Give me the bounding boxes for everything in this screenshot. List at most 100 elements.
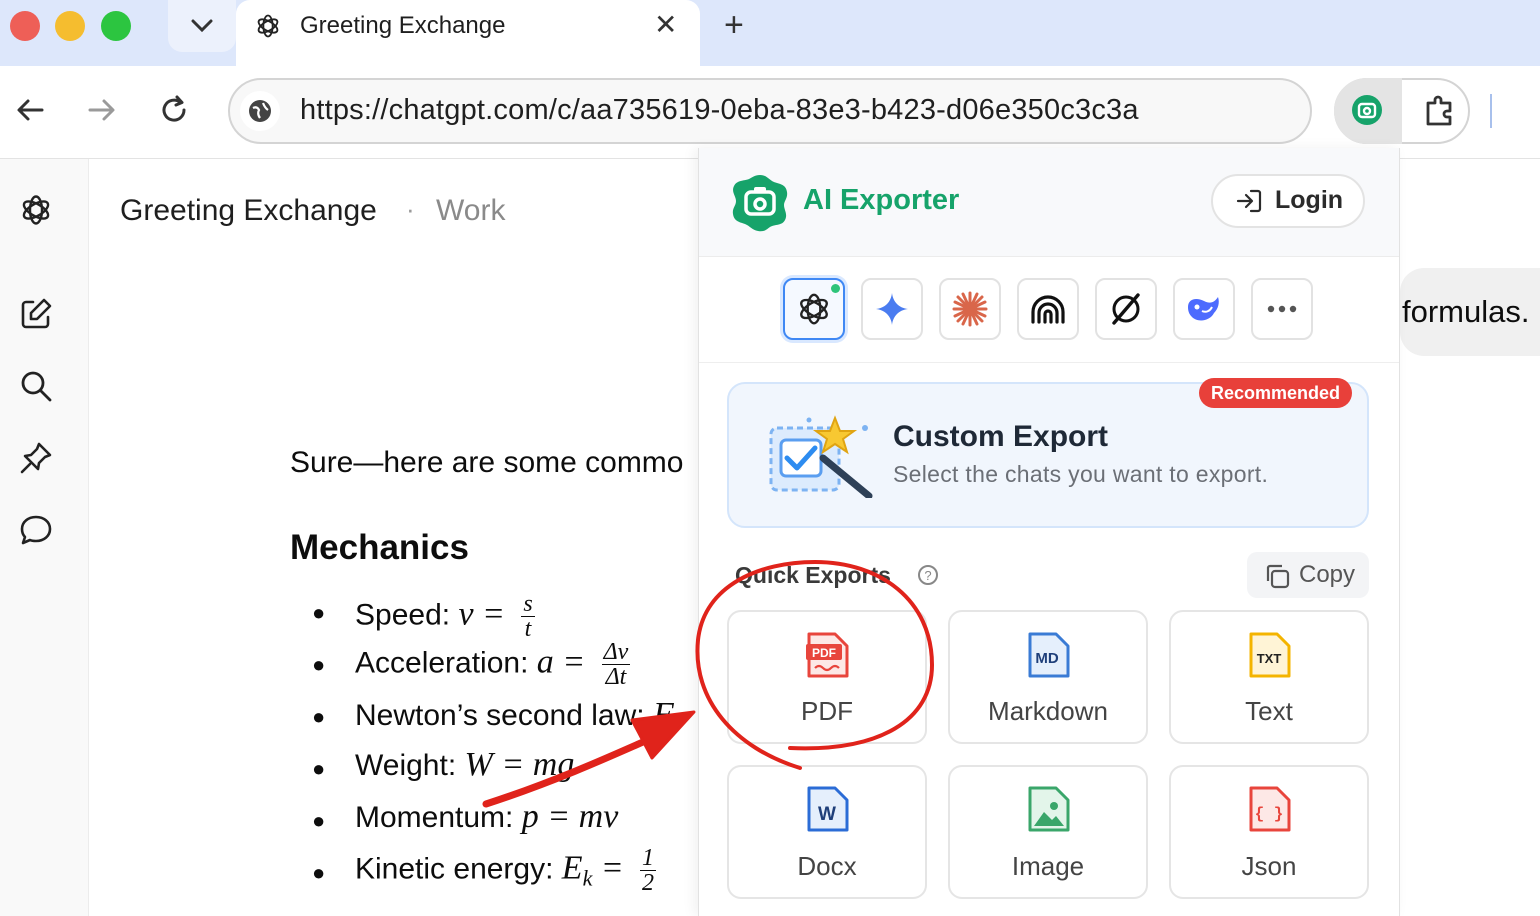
puzzle-icon[interactable] (1422, 93, 1458, 129)
conversation-title[interactable]: Greeting Exchange (120, 194, 377, 228)
formula-item: Weight: W = mg (355, 746, 574, 784)
fraction-denominator: 2 (641, 870, 654, 896)
txt-icon-text: TXT (1257, 651, 1282, 666)
pin-icon[interactable] (18, 440, 54, 476)
more-models-button[interactable] (1251, 278, 1313, 340)
grok-icon (1112, 293, 1140, 325)
chatgpt-logo-icon[interactable] (18, 192, 54, 228)
formula-label: Newton’s second law: (355, 699, 645, 732)
ai-exporter-popup: AI Exporter Login Recommended Custom Exp… (698, 148, 1400, 916)
close-window-button[interactable] (10, 11, 40, 41)
gemini-icon (876, 293, 908, 325)
project-name[interactable]: Work (436, 194, 505, 228)
txt-file-icon: TXT (1249, 632, 1291, 678)
recommended-badge: Recommended (1199, 378, 1353, 408)
new-chat-icon[interactable] (18, 296, 54, 332)
model-deepseek-button[interactable] (1173, 278, 1235, 340)
docx-file-icon: W (807, 786, 849, 832)
image-file-icon (1028, 786, 1070, 832)
help-circle-icon[interactable]: ? (917, 564, 939, 586)
new-tab-button[interactable]: + (724, 6, 744, 45)
formula-fraction: Δv Δt (601, 639, 631, 690)
extension-name: AI Exporter (803, 184, 960, 216)
custom-export-illustration-icon (769, 415, 873, 498)
pdf-icon-text: PDF (812, 646, 836, 660)
bullet-dot: ● (312, 600, 326, 625)
bullet-dot: ● (312, 860, 326, 885)
perplexity-icon (1031, 295, 1065, 324)
svg-text:?: ? (924, 568, 931, 583)
close-tab-icon[interactable]: ✕ (654, 8, 677, 41)
toolbar-divider (1490, 94, 1492, 128)
search-icon[interactable] (18, 368, 54, 404)
formula-math: v = (458, 595, 505, 633)
quick-exports-label: Quick Exports (735, 562, 891, 588)
custom-export-title: Custom Export (893, 420, 1109, 453)
chat-bubble-icon[interactable] (18, 512, 54, 548)
custom-export-subtitle: Select the chats you want to export. (893, 461, 1269, 487)
ai-exporter-extension-button[interactable] (1334, 78, 1402, 144)
forward-arrow-icon[interactable] (86, 94, 118, 126)
section-heading: Mechanics (290, 528, 469, 567)
chatgpt-favicon-icon (257, 14, 279, 38)
formula-item: Kinetic energy: Ek = 12 (355, 846, 656, 895)
formula-item: Speed: v = st (355, 592, 535, 641)
formula-subscript: k (582, 865, 593, 891)
fraction-denominator: Δt (605, 664, 627, 690)
bullet-dot: ● (312, 756, 326, 781)
chevron-down-icon (191, 19, 213, 33)
minimize-window-button[interactable] (55, 11, 85, 41)
ai-exporter-logo-icon (732, 175, 788, 232)
more-icon (1267, 305, 1297, 313)
deepseek-icon (1188, 297, 1219, 321)
json-icon-text: { } (1255, 805, 1284, 823)
bullet-dot: ● (312, 704, 326, 729)
tab-title: Greeting Exchange (300, 12, 506, 39)
markdown-file-icon: MD (1028, 632, 1070, 678)
formula-label: Speed: (355, 598, 451, 632)
login-label[interactable]: Login (1275, 186, 1343, 215)
maximize-window-button[interactable] (101, 11, 131, 41)
export-docx-label: Docx (797, 851, 857, 881)
fraction-numerator: Δv (601, 639, 631, 665)
claude-icon (952, 291, 988, 327)
url-text[interactable]: https://chatgpt.com/c/aa735619-0eba-83e3… (300, 94, 1139, 127)
formula-math: E (561, 849, 583, 887)
site-info-button[interactable] (240, 91, 280, 131)
login-arrow-icon (1236, 189, 1262, 213)
formula-label: Kinetic energy: (355, 852, 554, 886)
copy-label[interactable]: Copy (1299, 561, 1355, 589)
bullet-dot: ● (312, 652, 326, 677)
fraction-numerator: 1 (639, 845, 656, 871)
title-separator: · (406, 194, 415, 224)
formula-label: Acceleration: (355, 646, 529, 680)
fraction-numerator: s (521, 591, 535, 617)
export-text-label: Text (1245, 696, 1293, 726)
copy-icon (1266, 564, 1290, 589)
formula-item: Momentum: p = mv (355, 798, 618, 836)
formula-math: a = (536, 643, 586, 681)
json-file-icon: { } (1249, 786, 1291, 832)
model-gemini-button[interactable] (861, 278, 923, 340)
model-grok-button[interactable] (1095, 278, 1157, 340)
docx-icon-text: W (818, 804, 836, 825)
export-image-label: Image (1011, 851, 1085, 881)
reload-icon[interactable] (158, 94, 190, 126)
tab-search-button[interactable] (168, 0, 236, 52)
formula-math: W = mg (464, 746, 575, 783)
user-message-text: formulas. (1402, 294, 1530, 329)
globe-icon (249, 100, 271, 122)
model-claude-button[interactable] (939, 278, 1001, 340)
ai-exporter-toolbar-icon (1352, 95, 1382, 125)
markdown-icon-text: MD (1035, 650, 1058, 667)
model-perplexity-button[interactable] (1017, 278, 1079, 340)
export-markdown-label: Markdown (988, 696, 1108, 726)
pdf-file-icon: PDF (806, 632, 849, 678)
formula-item: Acceleration: a = Δv Δt (355, 639, 631, 690)
fraction-denominator: t (524, 616, 532, 642)
formula-fraction: st (521, 591, 535, 642)
export-json-label: Json (1241, 851, 1297, 881)
formula-item: Newton’s second law: F (355, 696, 674, 734)
chatgpt-icon (800, 293, 828, 325)
back-arrow-icon[interactable] (14, 94, 46, 126)
